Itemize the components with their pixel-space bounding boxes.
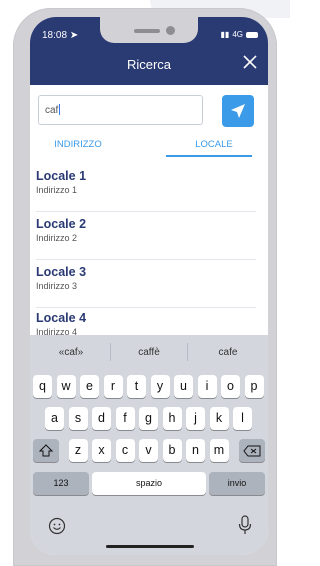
send-button[interactable] xyxy=(222,95,254,127)
keyboard: «caf» caffè cafe q w e r t y u i o p a s… xyxy=(30,335,268,555)
suggestion-2[interactable]: caffè xyxy=(114,347,184,358)
mic-icon[interactable] xyxy=(238,515,252,535)
tab-locale[interactable]: LOCALE xyxy=(178,139,250,150)
key-k[interactable]: k xyxy=(209,407,229,430)
suggestion-3[interactable]: cafe xyxy=(193,347,263,358)
suggestion-1[interactable]: «caf» xyxy=(36,347,106,358)
list-item-name: Locale 4 xyxy=(36,311,87,325)
key-c[interactable]: c xyxy=(115,439,135,462)
network-label: 4G xyxy=(232,30,243,39)
status-time-text: 18:08 xyxy=(42,30,68,41)
list-item-address: Indirizzo 2 xyxy=(36,233,78,243)
key-w[interactable]: w xyxy=(56,375,76,398)
search-input-value: caf xyxy=(45,105,59,116)
list-item[interactable]: Locale 3 Indirizzo 3 xyxy=(36,259,256,308)
return-key[interactable]: invio xyxy=(209,472,265,495)
key-x[interactable]: x xyxy=(92,439,111,462)
key-o[interactable]: o xyxy=(221,375,240,398)
numbers-key[interactable]: 123 xyxy=(33,472,89,495)
suggestion-divider xyxy=(110,343,111,361)
signal-icon: ▮▮ xyxy=(220,30,230,39)
list-item-name: Locale 2 xyxy=(36,217,87,231)
key-g[interactable]: g xyxy=(139,407,158,430)
key-f[interactable]: f xyxy=(115,407,135,430)
key-u[interactable]: u xyxy=(174,375,193,398)
key-j[interactable]: j xyxy=(186,407,205,430)
key-i[interactable]: i xyxy=(197,375,217,398)
tab-active-indicator xyxy=(166,155,252,157)
close-icon[interactable] xyxy=(241,53,259,71)
notch xyxy=(100,17,198,43)
list-item[interactable]: Locale 1 Indirizzo 1 xyxy=(36,163,256,212)
space-key[interactable]: spazio xyxy=(92,472,206,495)
key-s[interactable]: s xyxy=(68,407,88,430)
key-e[interactable]: e xyxy=(80,375,99,398)
speaker-grille xyxy=(134,29,160,33)
key-y[interactable]: y xyxy=(150,375,170,398)
shift-icon xyxy=(38,444,54,457)
key-m[interactable]: m xyxy=(209,439,229,462)
phone-screen: 18:08 ➤ ▮▮ 4G Ricerca caf INDIRIZZO LOCA… xyxy=(30,17,268,555)
page-title: Ricerca xyxy=(126,57,172,72)
send-icon xyxy=(231,104,245,118)
key-p[interactable]: p xyxy=(244,375,264,398)
key-q[interactable]: q xyxy=(33,375,52,398)
key-t[interactable]: t xyxy=(127,375,146,398)
header-bar: 18:08 ➤ ▮▮ 4G Ricerca xyxy=(30,17,268,85)
key-b[interactable]: b xyxy=(162,439,182,462)
key-r[interactable]: r xyxy=(103,375,123,398)
key-n[interactable]: n xyxy=(186,439,205,462)
location-icon: ➤ xyxy=(69,30,79,41)
list-item-address: Indirizzo 3 xyxy=(36,281,78,291)
backspace-icon xyxy=(243,445,261,457)
key-d[interactable]: d xyxy=(92,407,111,430)
key-a[interactable]: a xyxy=(45,407,64,430)
search-input[interactable]: caf xyxy=(38,95,203,125)
emoji-icon[interactable] xyxy=(48,517,66,535)
backspace-key[interactable] xyxy=(239,439,265,462)
status-indicators: ▮▮ 4G xyxy=(221,30,258,39)
key-h[interactable]: h xyxy=(162,407,182,430)
suggestion-divider xyxy=(187,343,188,361)
battery-icon xyxy=(246,31,258,38)
tab-indirizzo[interactable]: INDIRIZZO xyxy=(48,139,108,150)
list-item-name: Locale 3 xyxy=(36,265,87,279)
list-item[interactable]: Locale 2 Indirizzo 2 xyxy=(36,211,256,260)
key-z[interactable]: z xyxy=(68,439,88,462)
text-cursor xyxy=(59,104,61,115)
shift-key[interactable] xyxy=(33,439,59,462)
list-item-name: Locale 1 xyxy=(36,169,87,183)
camera-dot xyxy=(166,26,175,35)
list-item-address: Indirizzo 1 xyxy=(36,185,78,195)
home-indicator[interactable] xyxy=(106,545,194,548)
key-v[interactable]: v xyxy=(139,439,158,462)
status-time: 18:08 ➤ xyxy=(42,30,78,41)
key-l[interactable]: l xyxy=(233,407,252,430)
